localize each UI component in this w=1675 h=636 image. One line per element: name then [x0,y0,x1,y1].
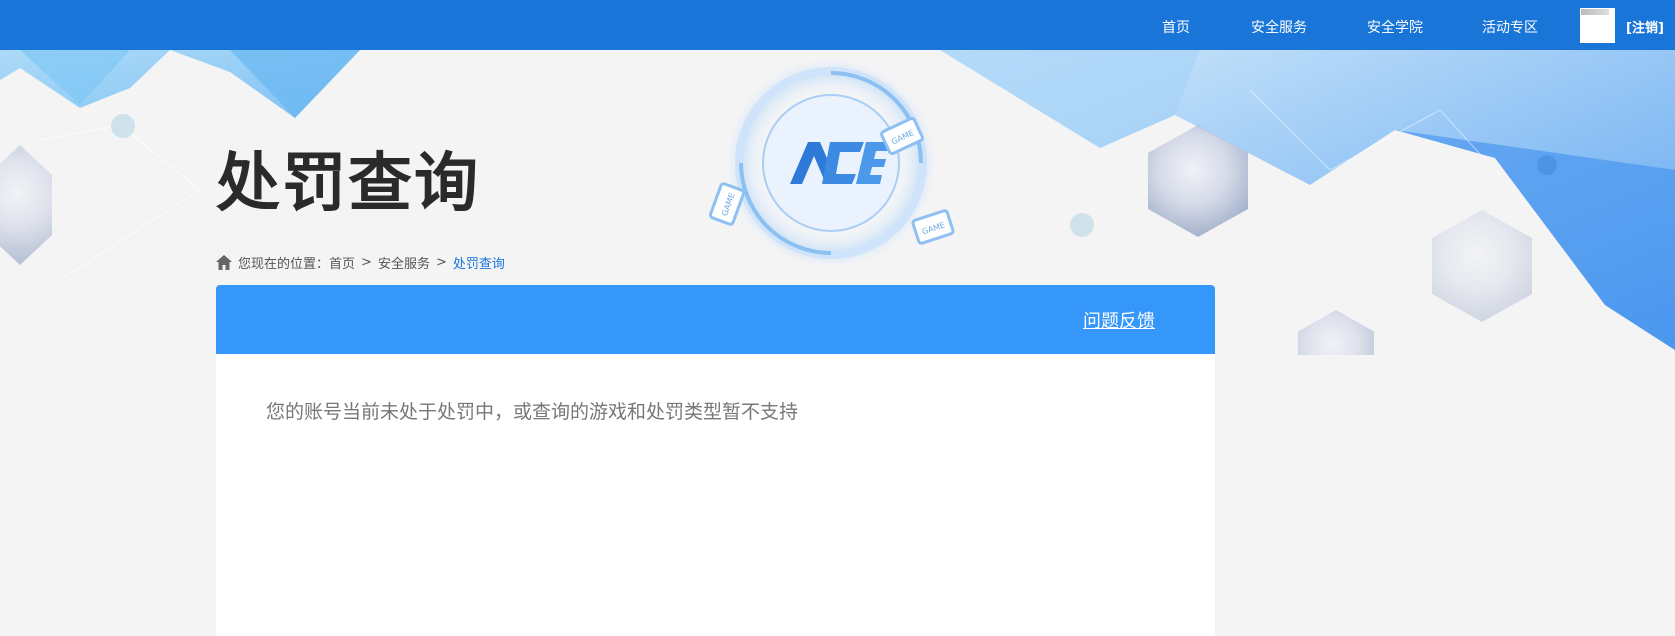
logout-link[interactable]: [注销] [1626,17,1664,36]
top-nav-bar: 首页 安全服务 安全学院 活动专区 [注销] [0,0,1675,50]
nav-item-security-academy[interactable]: 安全学院 [1367,17,1423,37]
breadcrumb: 您现在的位置： 首页 > 安全服务 > 处罚查询 [216,253,505,272]
breadcrumb-separator: > [361,255,372,270]
breadcrumb-prefix: 您现在的位置： [238,257,330,272]
panel-header: 问题反馈 [216,285,1215,354]
status-message: 您的账号当前未处于处罚中，或查询的游戏和处罚类型暂不支持 [266,401,799,423]
panel-body: 您的账号当前未处于处罚中，或查询的游戏和处罚类型暂不支持 [216,354,1215,636]
home-icon [216,255,232,270]
feedback-link[interactable]: 问题反馈 [1083,307,1155,333]
breadcrumb-section-link[interactable]: 安全服务 [378,253,430,272]
nav-item-home[interactable]: 首页 [1162,17,1190,37]
page-title: 处罚查询 [216,147,480,221]
nav-item-events[interactable]: 活动专区 [1482,17,1538,37]
breadcrumb-current: 处罚查询 [452,257,505,272]
breadcrumb-home-link[interactable]: 首页 [329,253,355,272]
breadcrumb-separator: > [435,255,447,270]
nav-item-security-service[interactable]: 安全服务 [1251,17,1307,37]
avatar[interactable] [1580,8,1615,43]
